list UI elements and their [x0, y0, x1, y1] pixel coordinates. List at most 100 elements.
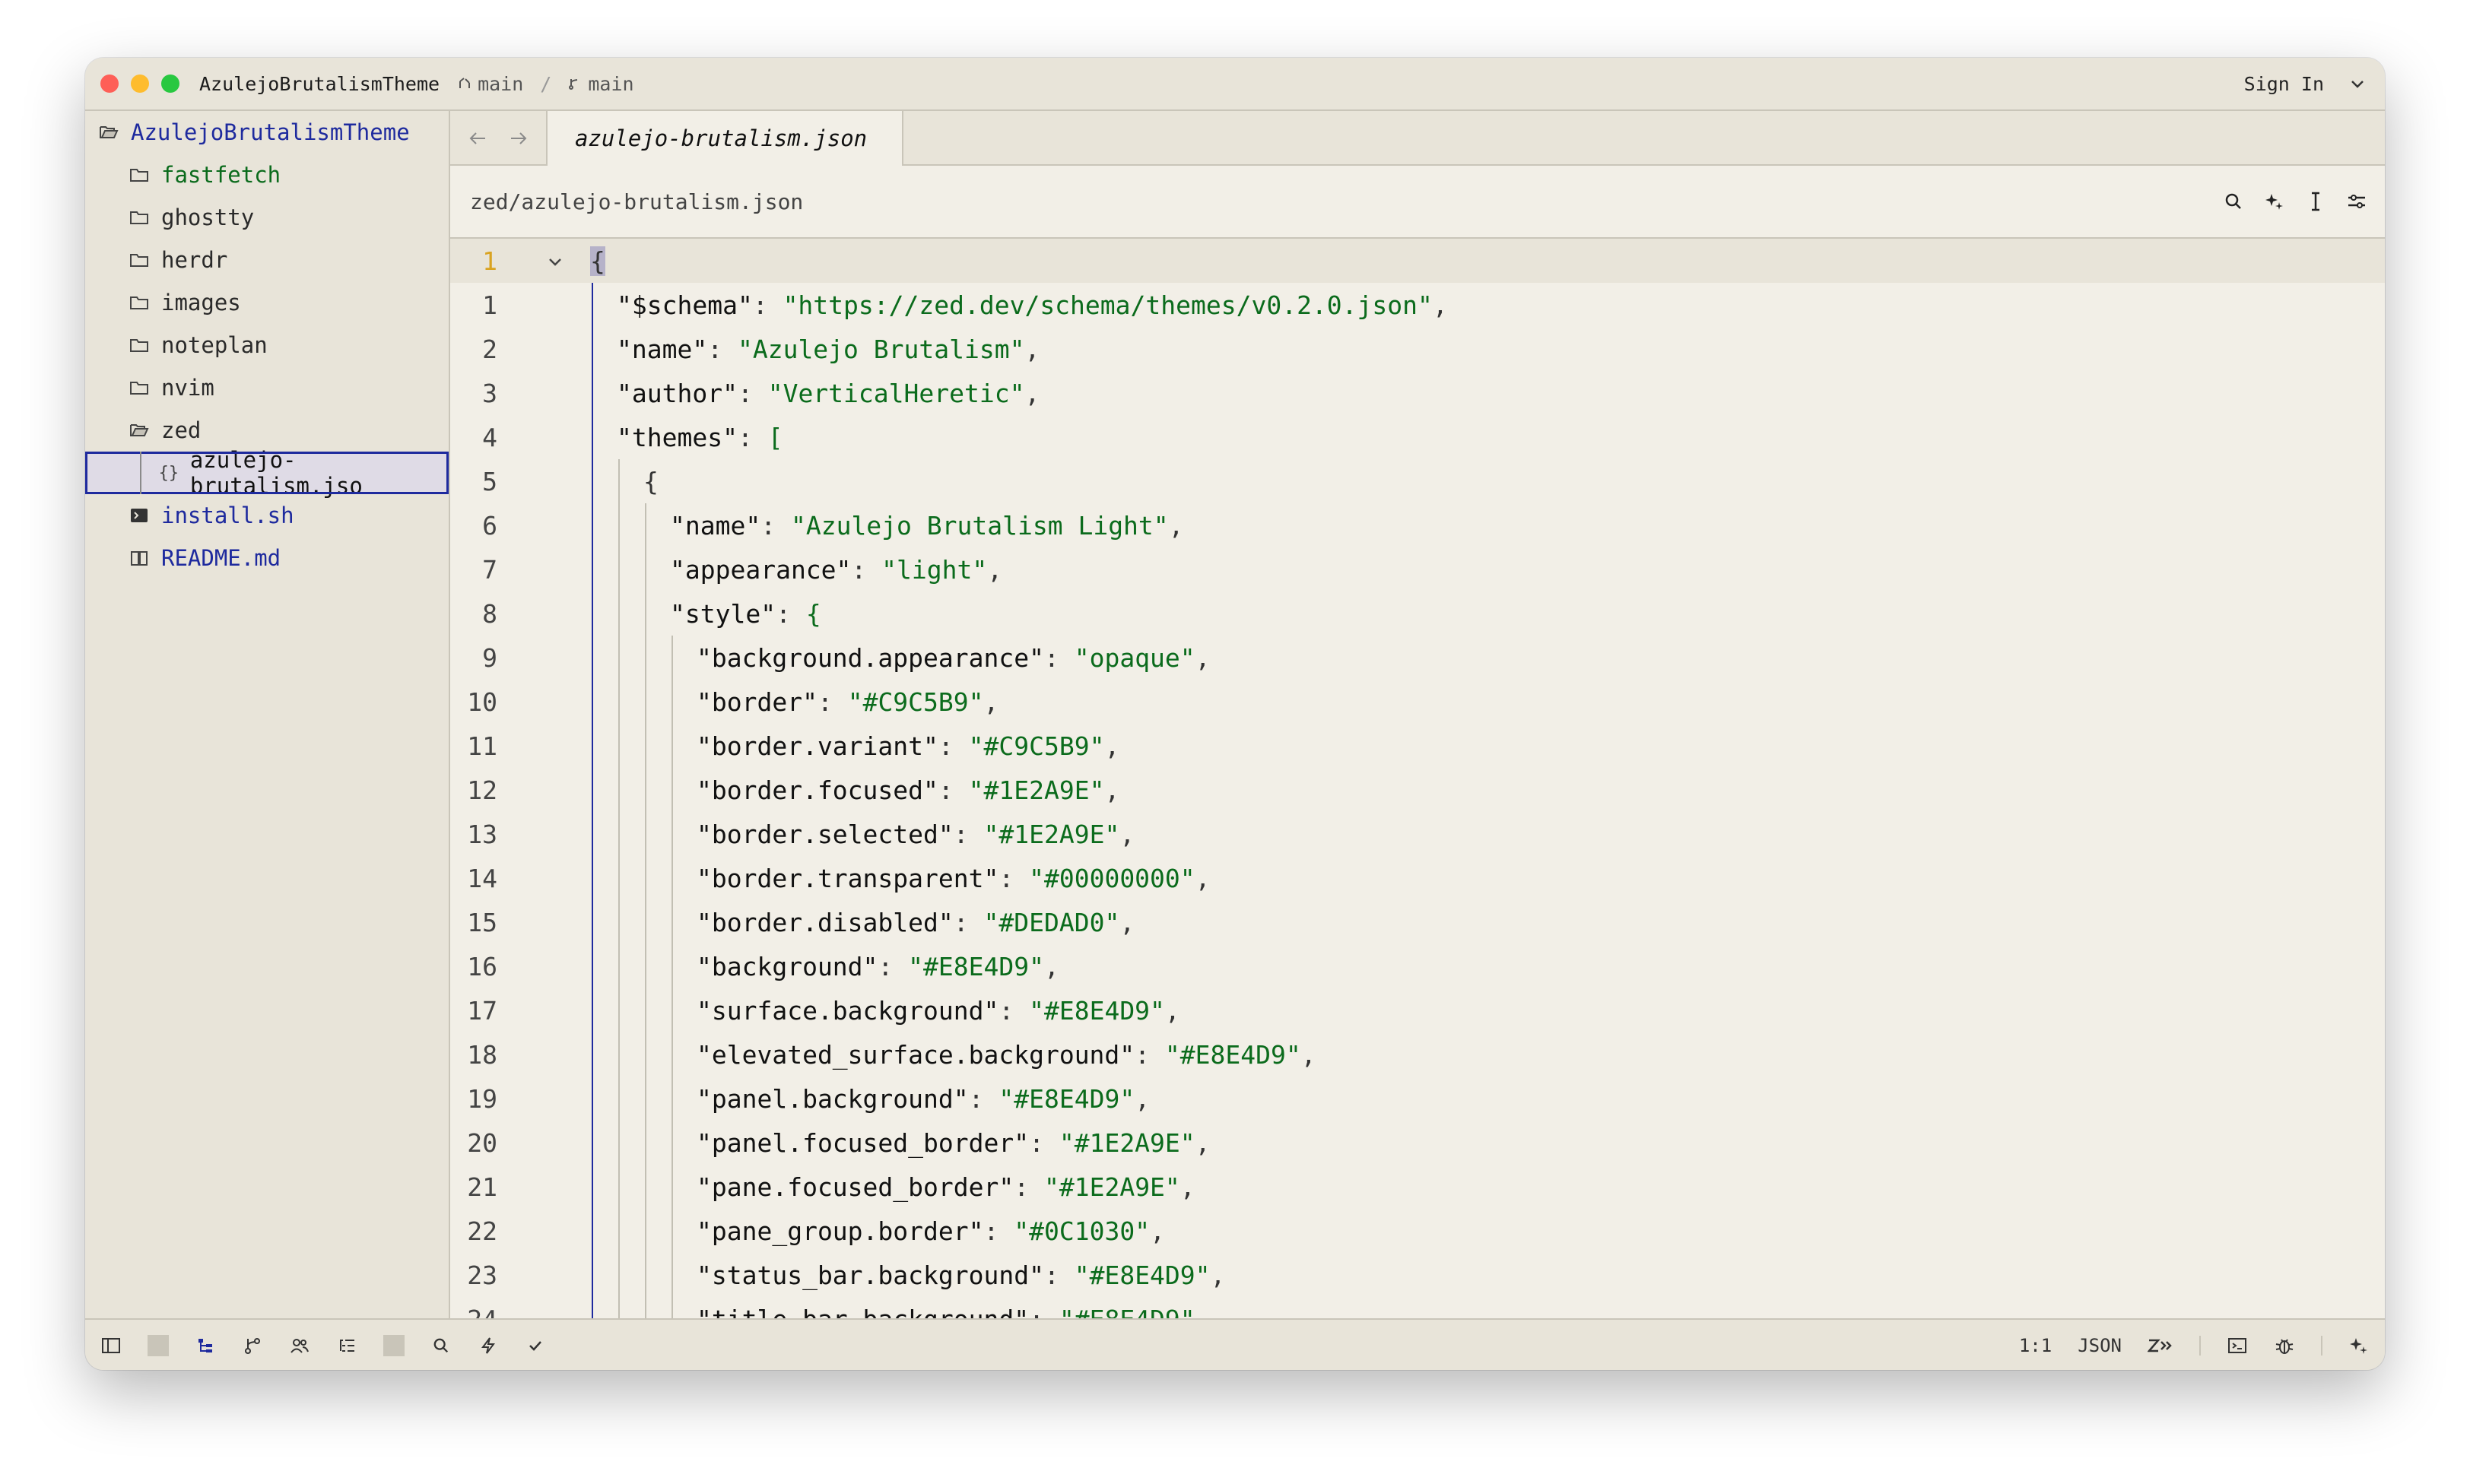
sparkle-assistant-icon[interactable] — [2265, 192, 2284, 211]
line-number[interactable]: 17 — [450, 996, 497, 1026]
tree-item-azulejo-json[interactable]: {} azulejo-brutalism.jso — [85, 447, 449, 499]
sidebar-toggle-icon[interactable] — [100, 1335, 122, 1356]
code-line[interactable]: 14 "border.transparent": "#00000000", — [450, 856, 2385, 900]
sign-in-button[interactable]: Sign In — [2244, 73, 2324, 95]
arrow-left-icon[interactable] — [468, 125, 487, 152]
code-line[interactable]: 17 "surface.background": "#E8E4D9", — [450, 988, 2385, 1032]
line-number[interactable]: 3 — [450, 379, 497, 408]
chevron-down-icon[interactable] — [2350, 75, 2365, 94]
line-number[interactable]: 2 — [450, 335, 497, 364]
branch-selector[interactable]: main / main — [458, 73, 634, 95]
code-line[interactable]: 21 "pane.focused_border": "#1E2A9E", — [450, 1165, 2385, 1209]
line-number[interactable]: 12 — [450, 775, 497, 805]
sliders-icon[interactable] — [2347, 192, 2367, 211]
tree-item-zed[interactable]: zed — [85, 409, 449, 452]
git-branch-icon[interactable] — [242, 1335, 263, 1356]
debug-bug-icon[interactable] — [2274, 1335, 2295, 1356]
line-number[interactable]: 1 — [450, 246, 497, 276]
json-key: "border" — [697, 687, 818, 717]
line-number[interactable]: 15 — [450, 908, 497, 937]
arrow-right-icon[interactable] — [510, 125, 528, 152]
code-line[interactable]: 12 "border.focused": "#1E2A9E", — [450, 768, 2385, 812]
code-line[interactable]: 13 "border.selected": "#1E2A9E", — [450, 812, 2385, 856]
line-number[interactable]: 8 — [450, 599, 497, 629]
sparkle-assistant-icon[interactable] — [2348, 1335, 2370, 1356]
punctuation: , — [1432, 290, 1448, 320]
search-icon[interactable] — [2224, 192, 2243, 211]
code-line[interactable]: 2 "name": "Azulejo Brutalism", — [450, 327, 2385, 371]
line-number[interactable]: 9 — [450, 643, 497, 673]
line-number[interactable]: 1 — [450, 290, 497, 320]
zeta-prediction-icon[interactable] — [2148, 1335, 2173, 1356]
code-line[interactable]: 8 "style": { — [450, 591, 2385, 636]
tree-item-fastfetch[interactable]: fastfetch — [85, 154, 449, 196]
tree-item-readme[interactable]: README.md — [85, 537, 449, 579]
minimize-window-button[interactable] — [131, 75, 149, 93]
collaborators-icon[interactable] — [289, 1335, 310, 1356]
code-editor[interactable]: 1{1 "$schema": "https://zed.dev/schema/th… — [450, 240, 2385, 1318]
code-line[interactable]: 1 "$schema": "https://zed.dev/schema/them… — [450, 283, 2385, 327]
code-line[interactable]: 9 "background.appearance": "opaque", — [450, 636, 2385, 680]
project-tree-icon[interactable] — [195, 1335, 216, 1356]
close-window-button[interactable] — [100, 75, 119, 93]
code-line[interactable]: 16 "background": "#E8E4D9", — [450, 944, 2385, 988]
line-number[interactable]: 18 — [450, 1040, 497, 1070]
punctuation: , — [1300, 1039, 1316, 1070]
tree-item-ghostty[interactable]: ghostty — [85, 196, 449, 239]
tree-item-install-sh[interactable]: install.sh — [85, 494, 449, 537]
cursor-position[interactable]: 1:1 — [2019, 1335, 2052, 1356]
tree-item-noteplan[interactable]: noteplan — [85, 324, 449, 366]
code-line[interactable]: 18 "elevated_surface.background": "#E8E4D… — [450, 1032, 2385, 1077]
language-selector[interactable]: JSON — [2078, 1335, 2122, 1356]
code-line[interactable]: 19 "panel.background": "#E8E4D9", — [450, 1077, 2385, 1121]
fold-chevron-icon[interactable] — [548, 250, 563, 271]
code-line[interactable]: 11 "border.variant": "#C9C5B9", — [450, 724, 2385, 768]
code-line[interactable]: 3 "author": "VerticalHeretic", — [450, 371, 2385, 415]
breadcrumb-path[interactable]: zed/azulejo-brutalism.json — [470, 189, 803, 214]
tree-item-nvim[interactable]: nvim — [85, 366, 449, 409]
search-icon[interactable] — [430, 1335, 452, 1356]
zoom-window-button[interactable] — [161, 75, 179, 93]
project-name[interactable]: AzulejoBrutalismTheme — [199, 73, 440, 95]
code-line[interactable]: 1{ — [450, 240, 2385, 283]
line-number[interactable]: 22 — [450, 1216, 497, 1246]
tab-azulejo-json[interactable]: azulejo-brutalism.json — [546, 111, 904, 166]
line-number[interactable]: 21 — [450, 1172, 497, 1202]
code-line[interactable]: 20 "panel.focused_border": "#1E2A9E", — [450, 1121, 2385, 1165]
json-key: "panel.focused_border" — [697, 1127, 1030, 1158]
line-number[interactable]: 19 — [450, 1084, 497, 1114]
line-number[interactable]: 13 — [450, 820, 497, 849]
folder-icon — [128, 337, 151, 354]
code-line[interactable]: 22 "pane_group.border": "#0C1030", — [450, 1209, 2385, 1253]
lightning-icon[interactable] — [478, 1335, 499, 1356]
code-text: "border": "#C9C5B9", — [697, 687, 998, 717]
outline-list-icon[interactable] — [336, 1335, 357, 1356]
line-number[interactable]: 24 — [450, 1305, 497, 1319]
folder-icon — [128, 209, 151, 226]
line-number[interactable]: 10 — [450, 687, 497, 717]
line-number[interactable]: 16 — [450, 952, 497, 981]
code-line[interactable]: 23 "status_bar.background": "#E8E4D9", — [450, 1253, 2385, 1297]
line-number[interactable]: 7 — [450, 555, 497, 585]
line-number[interactable]: 14 — [450, 864, 497, 893]
line-number[interactable]: 20 — [450, 1128, 497, 1158]
code-line[interactable]: 7 "appearance": "light", — [450, 547, 2385, 591]
line-number[interactable]: 4 — [450, 423, 497, 452]
tree-item-images[interactable]: images — [85, 281, 449, 324]
code-line[interactable]: 5{ — [450, 459, 2385, 503]
terminal-icon[interactable] — [2227, 1335, 2248, 1356]
line-number[interactable]: 23 — [450, 1260, 497, 1290]
folder-icon — [128, 294, 151, 311]
code-line[interactable]: 15 "border.disabled": "#DEDAD0", — [450, 900, 2385, 944]
code-line[interactable]: 10 "border": "#C9C5B9", — [450, 680, 2385, 724]
code-line[interactable]: 4 "themes": [ — [450, 415, 2385, 459]
code-line[interactable]: 24 "title_bar.background": "#E8E4D9", — [450, 1297, 2385, 1319]
tree-root[interactable]: AzulejoBrutalismTheme — [85, 111, 449, 154]
text-cursor-icon[interactable] — [2306, 192, 2326, 211]
line-number[interactable]: 11 — [450, 731, 497, 761]
tree-item-herdr[interactable]: herdr — [85, 239, 449, 281]
code-line[interactable]: 6 "name": "Azulejo Brutalism Light", — [450, 503, 2385, 547]
check-icon[interactable] — [525, 1335, 546, 1356]
line-number[interactable]: 6 — [450, 511, 497, 541]
line-number[interactable]: 5 — [450, 467, 497, 496]
